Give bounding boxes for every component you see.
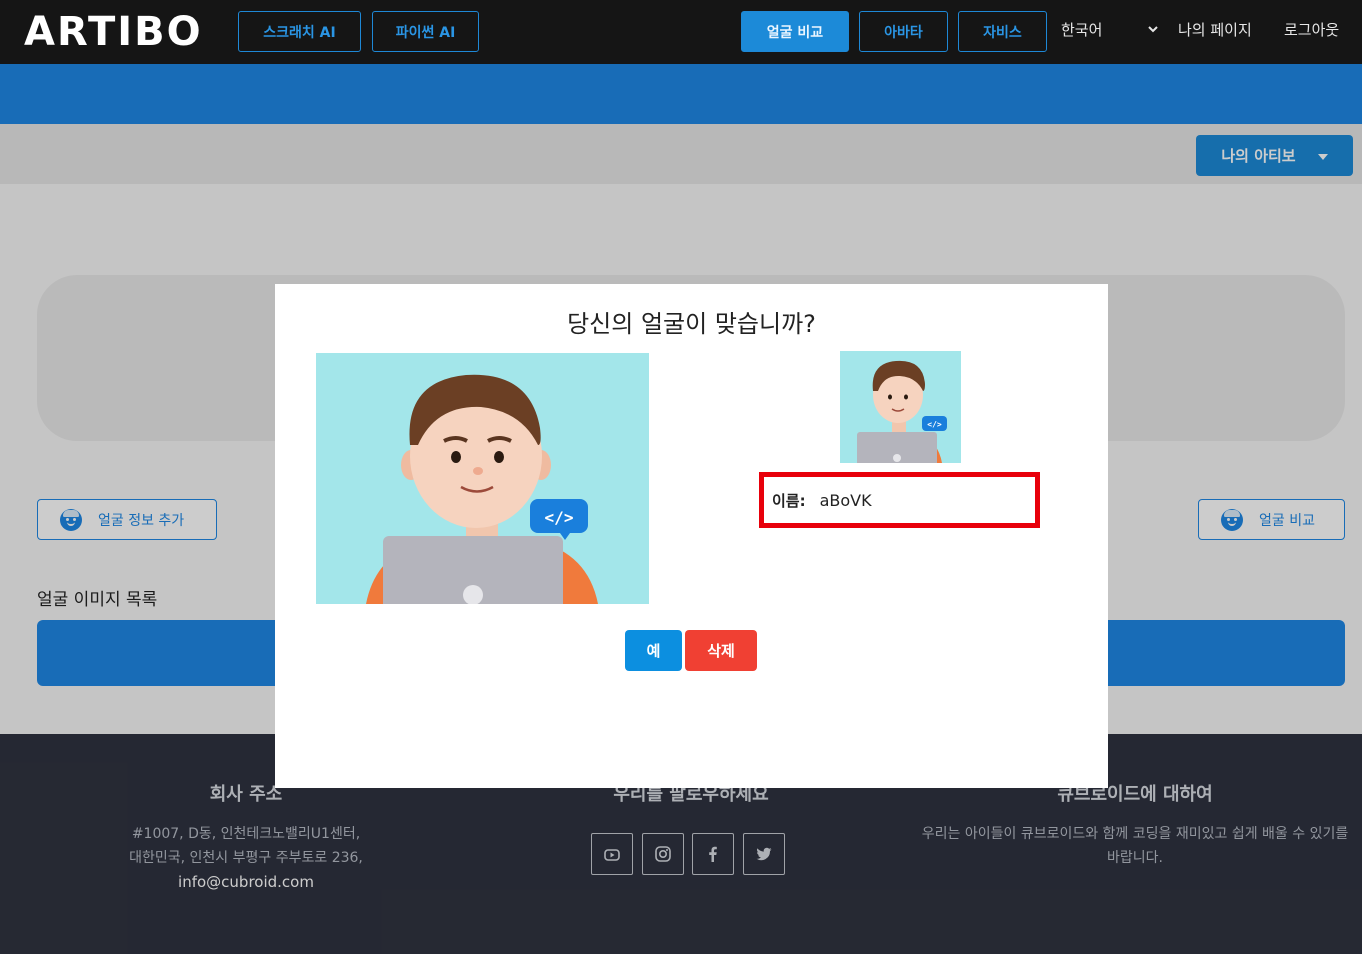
chevron-down-icon[interactable]: [1146, 22, 1160, 36]
svg-text:</>: </>: [927, 420, 942, 429]
yes-button[interactable]: 예: [625, 630, 682, 671]
my-page-link[interactable]: 나의 페이지: [1178, 19, 1252, 40]
artibo-logo[interactable]: ARTIBO: [24, 10, 203, 54]
name-value: aBoVK: [819, 490, 872, 510]
name-field: 이름: aBoVK: [759, 472, 1040, 528]
nav-python-ai-button[interactable]: 파이썬 AI: [372, 11, 479, 52]
modal-title: 당신의 얼굴이 맞습니까?: [567, 310, 816, 338]
logo-text: ARTIBO: [24, 9, 203, 55]
nav-face-compare-button[interactable]: 얼굴 비교: [741, 11, 849, 52]
language-select[interactable]: 한국어: [1061, 19, 1102, 40]
registered-face-thumbnail: </>: [840, 351, 961, 463]
nav-jarvis-button[interactable]: 자비스: [958, 11, 1047, 52]
nav-scratch-ai-button[interactable]: 스크래치 AI: [238, 11, 361, 52]
face-confirm-modal: 당신의 얼굴이 맞습니까? </> </> 이름: aBoVK 예 삭제: [275, 284, 1108, 788]
svg-text:</>: </>: [545, 508, 574, 527]
nav-avatar-button[interactable]: 아바타: [859, 11, 948, 52]
top-header: ARTIBO 스크래치 AI 파이썬 AI 얼굴 비교 아바타 자비스 한국어 …: [0, 0, 1362, 64]
delete-button[interactable]: 삭제: [685, 630, 757, 671]
name-label: 이름:: [772, 491, 806, 510]
captured-face-image: </>: [316, 353, 649, 604]
logout-link[interactable]: 로그아웃: [1284, 19, 1339, 40]
